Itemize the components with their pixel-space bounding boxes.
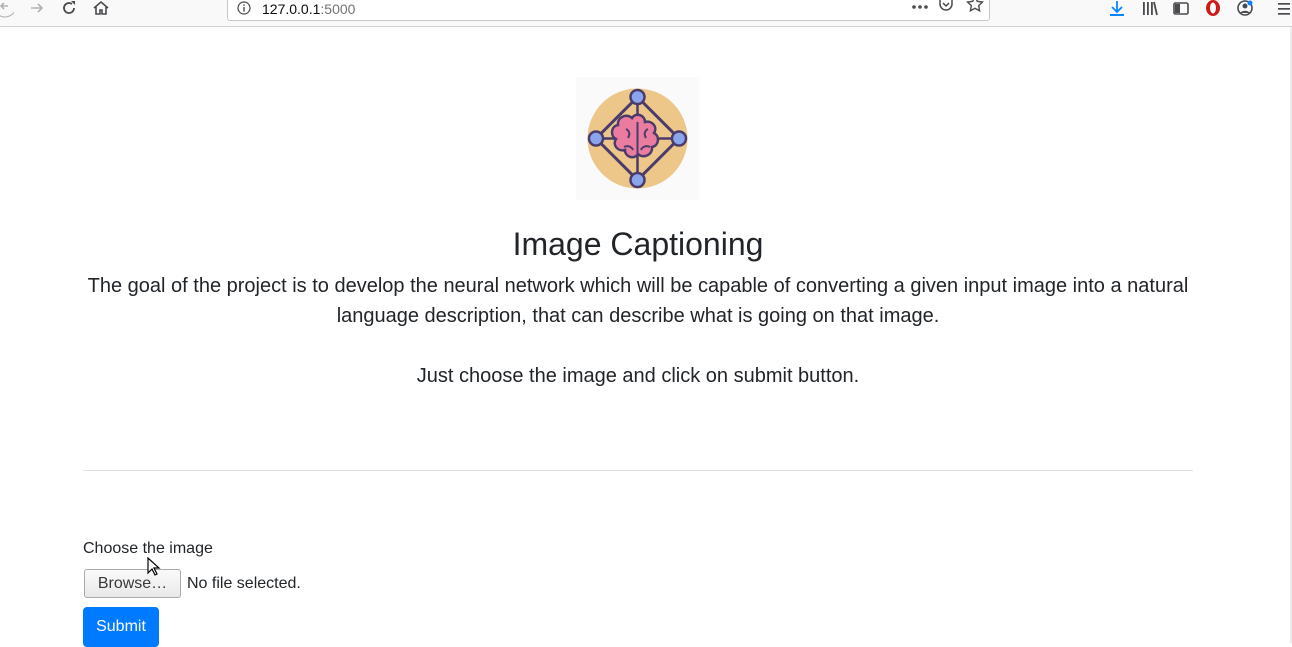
forward-icon[interactable]	[26, 0, 48, 18]
page-actions-icon[interactable]	[911, 0, 929, 17]
url-port: :5000	[320, 1, 356, 17]
url-text[interactable]: 127.0.0.1:5000	[262, 1, 355, 17]
project-description: The goal of the project is to develop th…	[87, 275, 1189, 327]
url-bar[interactable]: 127.0.0.1:5000	[227, 0, 990, 21]
home-icon[interactable]	[90, 0, 112, 18]
pocket-icon[interactable]	[938, 0, 954, 17]
url-host: 127.0.0.1	[262, 1, 321, 17]
account-icon[interactable]	[1234, 0, 1256, 18]
browse-button[interactable]: Browse…	[84, 569, 181, 598]
page-title: Image Captioning	[512, 226, 764, 262]
submit-button[interactable]: Submit	[83, 607, 159, 647]
file-input-label: Choose the image	[83, 540, 213, 557]
section-divider	[83, 470, 1193, 471]
back-icon[interactable]	[0, 0, 16, 18]
site-info-icon[interactable]	[237, 1, 251, 20]
opera-icon[interactable]	[1202, 0, 1224, 18]
sidebar-icon[interactable]	[1170, 0, 1192, 18]
brain-network-icon	[576, 77, 699, 200]
menu-icon[interactable]	[1273, 0, 1292, 18]
file-status-text: No file selected.	[187, 575, 301, 592]
bookmark-star-icon[interactable]	[965, 0, 985, 18]
browser-toolbar: 127.0.0.1:5000	[0, 0, 1292, 27]
reload-icon[interactable]	[58, 0, 80, 18]
downloads-icon[interactable]	[1106, 0, 1128, 18]
mouse-pointer-icon	[147, 556, 161, 582]
library-icon[interactable]	[1139, 0, 1161, 18]
instruction-text: Just choose the image and click on submi…	[416, 365, 860, 387]
